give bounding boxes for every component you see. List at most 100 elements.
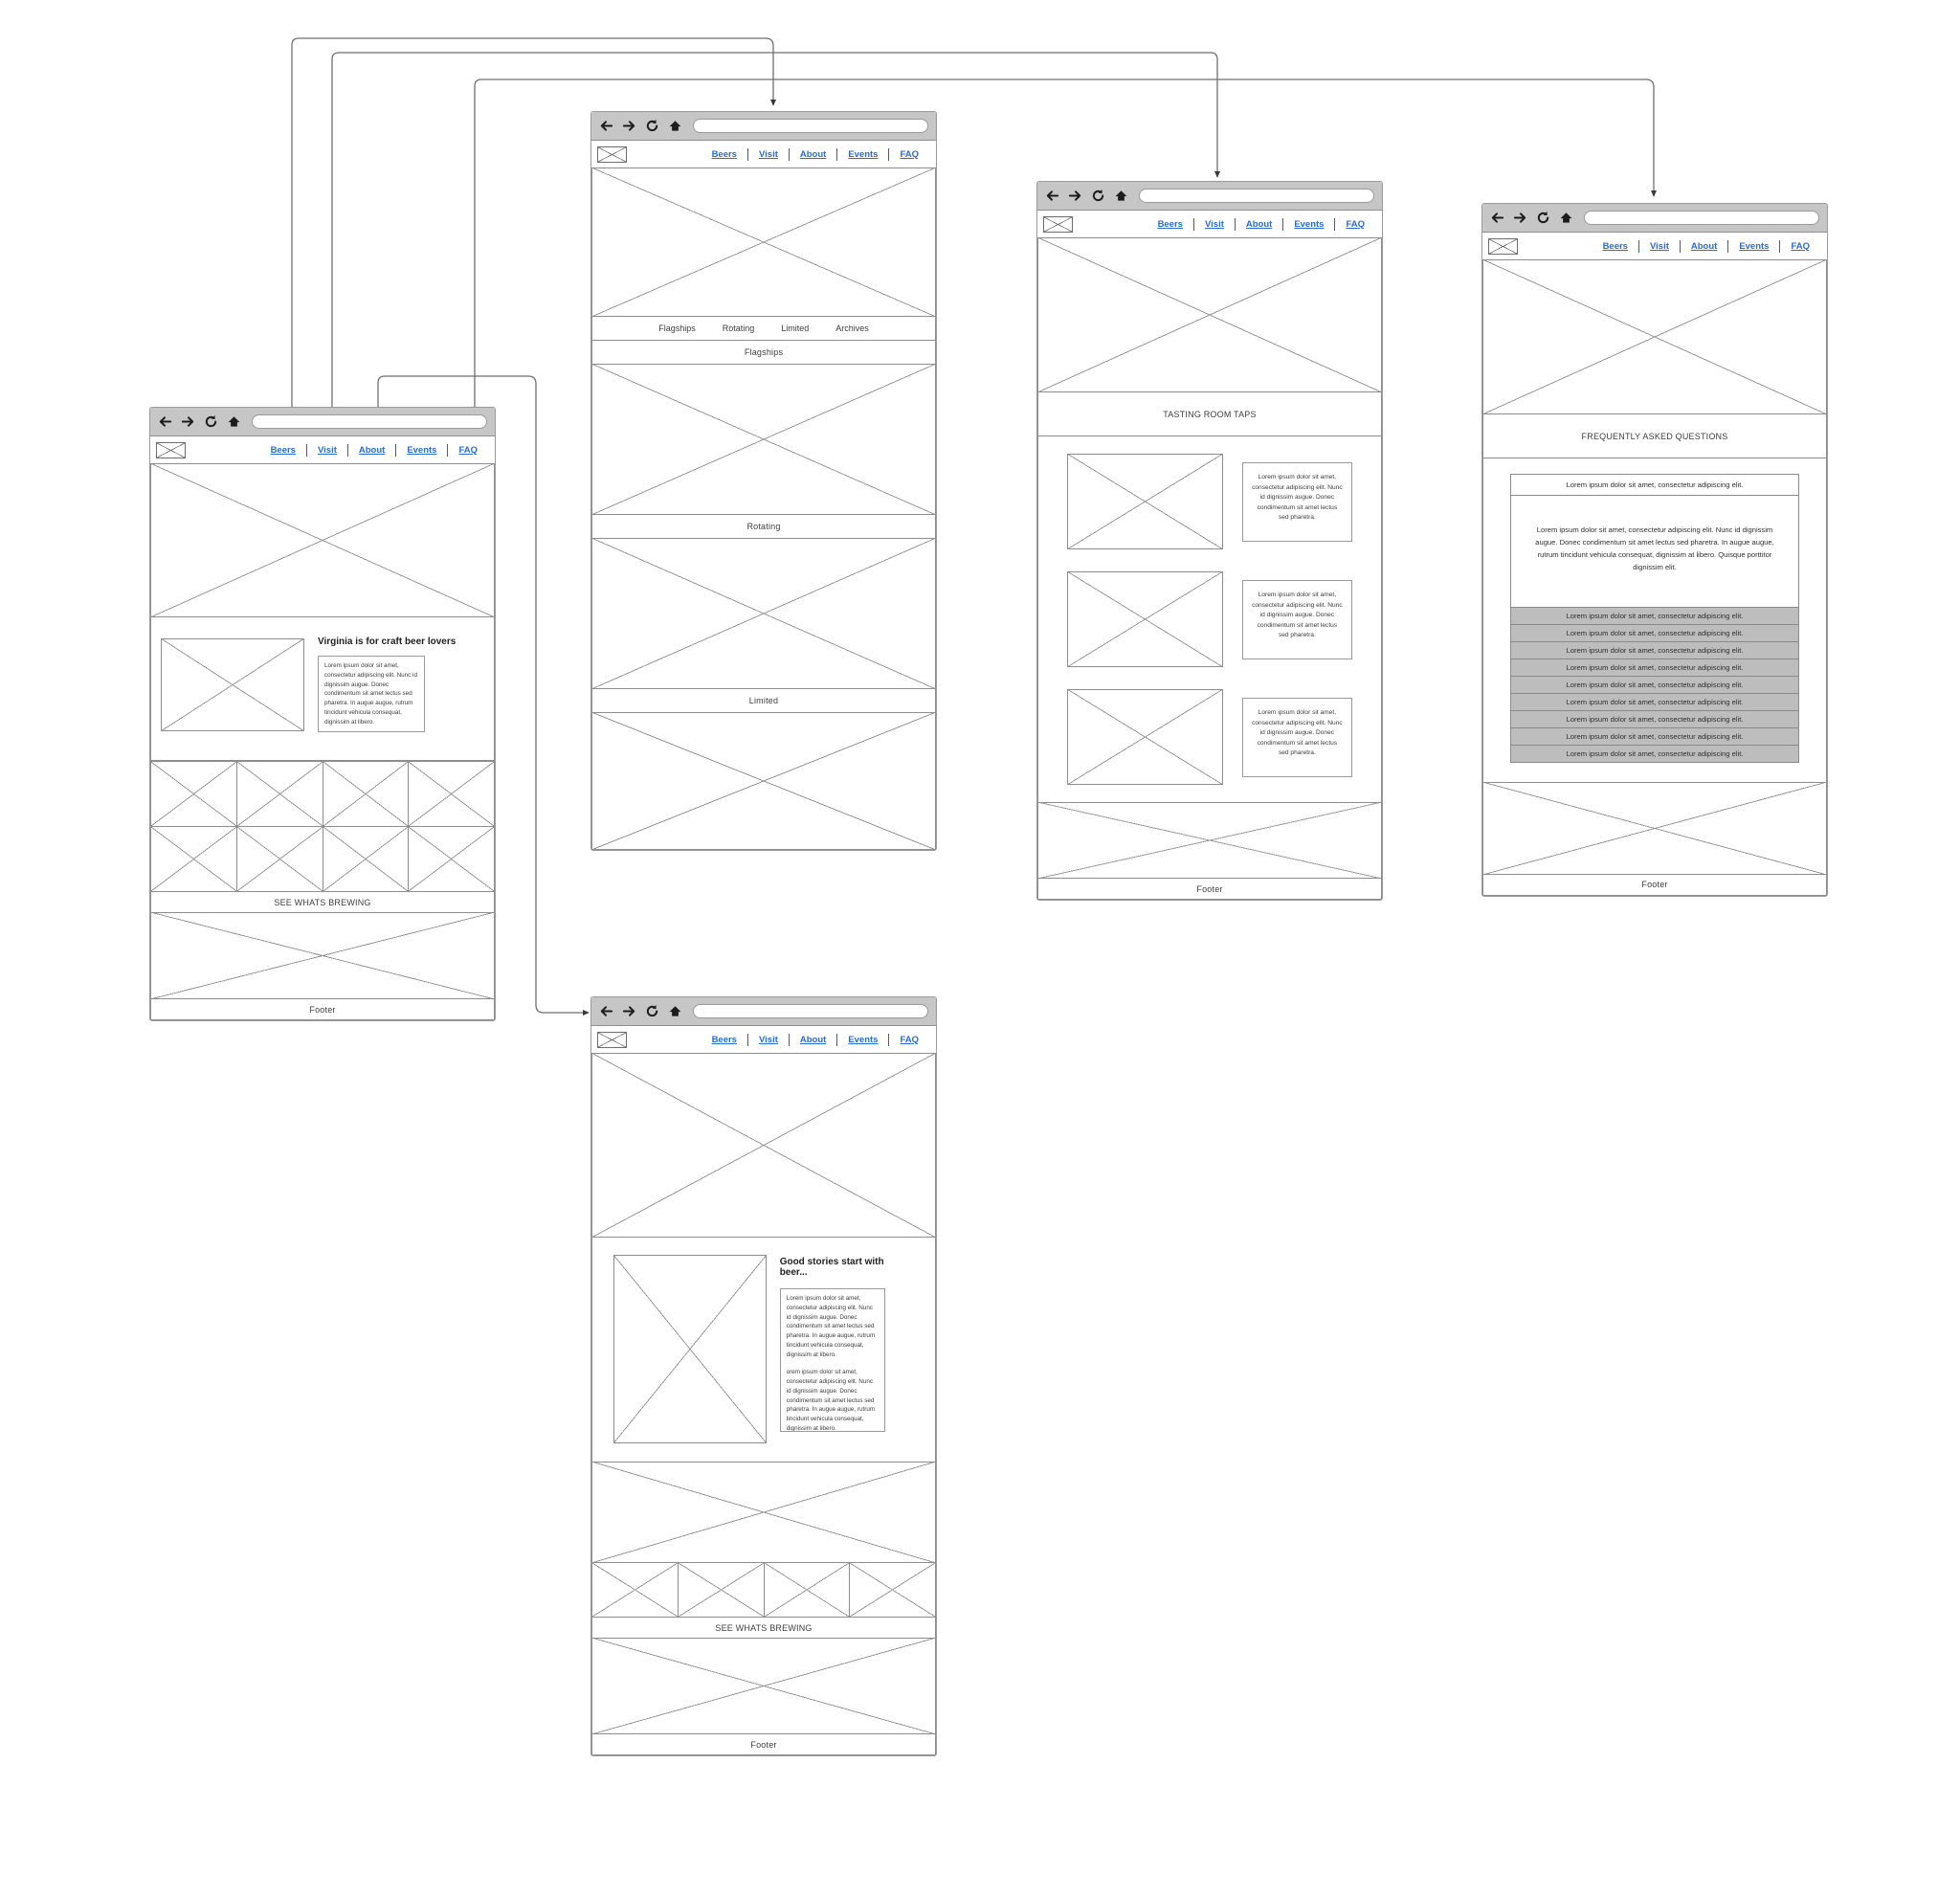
reload-icon[interactable] [1536, 211, 1550, 225]
faq-collapsed-question[interactable]: Lorem ipsum dolor sit amet, consectetur … [1510, 693, 1799, 711]
nav-link-faq[interactable]: FAQ [889, 149, 929, 160]
logo-placeholder-icon[interactable] [1488, 237, 1518, 255]
url-input[interactable] [252, 414, 487, 429]
nav-links: Beers Visit About Events FAQ [260, 443, 488, 457]
visit-page-body: TASTING ROOM TAPS Lorem ipsum dolor sit … [1037, 238, 1382, 900]
nav-link-about[interactable]: About [790, 149, 836, 160]
back-arrow-icon[interactable] [158, 414, 172, 429]
grid-thumb[interactable] [764, 1563, 851, 1618]
grid-thumb[interactable] [850, 1563, 936, 1618]
tab-limited[interactable]: Limited [781, 324, 809, 333]
logo-placeholder-icon[interactable] [597, 145, 627, 163]
nav-link-faq[interactable]: FAQ [448, 445, 488, 456]
reload-icon[interactable] [645, 1004, 659, 1018]
url-input[interactable] [1139, 189, 1374, 203]
nav-link-beers[interactable]: Beers [260, 445, 306, 456]
tap-row: Lorem ipsum dolor sit amet, consectetur … [1038, 689, 1381, 785]
nav-link-faq[interactable]: FAQ [889, 1035, 929, 1045]
home-icon[interactable] [1114, 189, 1128, 203]
home-brewing-cta[interactable]: SEE WHATS BREWING [150, 892, 495, 913]
faq-collapsed-question[interactable]: Lorem ipsum dolor sit amet, consectetur … [1510, 659, 1799, 677]
nav-link-faq[interactable]: FAQ [1780, 241, 1820, 252]
grid-thumb[interactable] [151, 827, 237, 892]
faq-collapsed-question[interactable]: Lorem ipsum dolor sit amet, consectetur … [1510, 745, 1799, 763]
back-arrow-icon[interactable] [1045, 189, 1059, 203]
forward-arrow-icon[interactable] [181, 414, 195, 429]
logo-placeholder-icon[interactable] [156, 441, 186, 458]
about-intro-image-placeholder [613, 1255, 767, 1443]
home-intro-copy-text: Lorem ipsum dolor sit amet, consectetur … [324, 662, 417, 726]
back-arrow-icon[interactable] [1490, 211, 1504, 225]
visit-hero-image-placeholder [1037, 238, 1382, 392]
faq-collapsed-question[interactable]: Lorem ipsum dolor sit amet, consectetur … [1510, 624, 1799, 642]
grid-thumb[interactable] [323, 762, 410, 827]
grid-thumb[interactable] [592, 1563, 679, 1618]
url-input[interactable] [1584, 211, 1819, 225]
nav-link-about[interactable]: About [790, 1035, 836, 1045]
grid-thumb[interactable] [236, 762, 323, 827]
forward-arrow-icon[interactable] [1513, 211, 1527, 225]
faq-collapsed-question[interactable]: Lorem ipsum dolor sit amet, consectetur … [1510, 607, 1799, 625]
reload-icon[interactable] [645, 119, 659, 133]
url-input[interactable] [693, 1004, 928, 1018]
faq-lower-image-placeholder [1482, 782, 1827, 875]
back-arrow-icon[interactable] [599, 119, 613, 133]
faq-collapsed-question[interactable]: Lorem ipsum dolor sit amet, consectetur … [1510, 641, 1799, 659]
nav-link-events[interactable]: Events [1728, 241, 1779, 252]
tap-copy-2: Lorem ipsum dolor sit amet, consectetur … [1241, 580, 1352, 659]
beers-hero-image-placeholder [591, 168, 936, 317]
logo-placeholder-icon[interactable] [1043, 215, 1073, 233]
nav-link-visit[interactable]: Visit [307, 445, 347, 456]
nav-link-faq[interactable]: FAQ [1335, 219, 1375, 230]
nav-link-events[interactable]: Events [837, 1035, 888, 1045]
nav-link-about[interactable]: About [348, 445, 395, 456]
tab-flagships[interactable]: Flagships [658, 324, 696, 333]
faq-collapsed-question[interactable]: Lorem ipsum dolor sit amet, consectetur … [1510, 727, 1799, 746]
forward-arrow-icon[interactable] [1068, 189, 1082, 203]
tab-rotating[interactable]: Rotating [723, 324, 755, 333]
browser-chrome-bar [150, 408, 495, 436]
forward-arrow-icon[interactable] [622, 1004, 636, 1018]
home-icon[interactable] [668, 119, 682, 133]
grid-thumb[interactable] [409, 762, 495, 827]
faq-collapsed-question[interactable]: Lorem ipsum dolor sit amet, consectetur … [1510, 676, 1799, 694]
faq-open-question[interactable]: Lorem ipsum dolor sit amet, consectetur … [1510, 474, 1799, 496]
about-intro-block: Good stories start with beer... Lorem ip… [591, 1238, 936, 1463]
nav-link-visit[interactable]: Visit [748, 149, 789, 160]
grid-thumb[interactable] [678, 1563, 765, 1618]
home-icon[interactable] [668, 1004, 682, 1018]
nav-link-visit[interactable]: Visit [748, 1035, 789, 1045]
nav-link-beers[interactable]: Beers [1592, 241, 1638, 252]
faq-collapsed-question[interactable]: Lorem ipsum dolor sit amet, consectetur … [1510, 710, 1799, 728]
nav-link-beers[interactable]: Beers [1147, 219, 1193, 230]
home-thumbnail-grid [150, 761, 495, 892]
grid-thumb[interactable] [151, 762, 237, 827]
logo-placeholder-icon[interactable] [597, 1031, 627, 1048]
grid-thumb[interactable] [236, 827, 323, 892]
reload-icon[interactable] [204, 414, 218, 429]
home-icon[interactable] [227, 414, 241, 429]
tap-copy-3: Lorem ipsum dolor sit amet, consectetur … [1241, 698, 1352, 777]
nav-link-beers[interactable]: Beers [702, 149, 747, 160]
nav-link-visit[interactable]: Visit [1194, 219, 1235, 230]
grid-thumb[interactable] [323, 827, 410, 892]
reload-icon[interactable] [1091, 189, 1105, 203]
nav-link-events[interactable]: Events [396, 445, 447, 456]
nav-link-events[interactable]: Events [1283, 219, 1334, 230]
url-input[interactable] [693, 119, 928, 133]
forward-arrow-icon[interactable] [622, 119, 636, 133]
home-icon[interactable] [1559, 211, 1573, 225]
faq-section-title: FREQUENTLY ASKED QUESTIONS [1482, 414, 1827, 458]
site-navigation-visit: Beers Visit About Events FAQ [1037, 211, 1382, 238]
nav-link-about[interactable]: About [1236, 219, 1282, 230]
nav-links: Beers Visit About Events FAQ [1147, 217, 1375, 231]
grid-thumb[interactable] [409, 827, 495, 892]
back-arrow-icon[interactable] [599, 1004, 613, 1018]
nav-link-about[interactable]: About [1681, 241, 1727, 252]
nav-link-events[interactable]: Events [837, 149, 888, 160]
nav-link-beers[interactable]: Beers [702, 1035, 747, 1045]
tap-image-placeholder [1067, 689, 1223, 785]
tab-archives[interactable]: Archives [835, 324, 869, 333]
about-brewing-cta[interactable]: SEE WHATS BREWING [591, 1618, 936, 1639]
nav-link-visit[interactable]: Visit [1639, 241, 1680, 252]
